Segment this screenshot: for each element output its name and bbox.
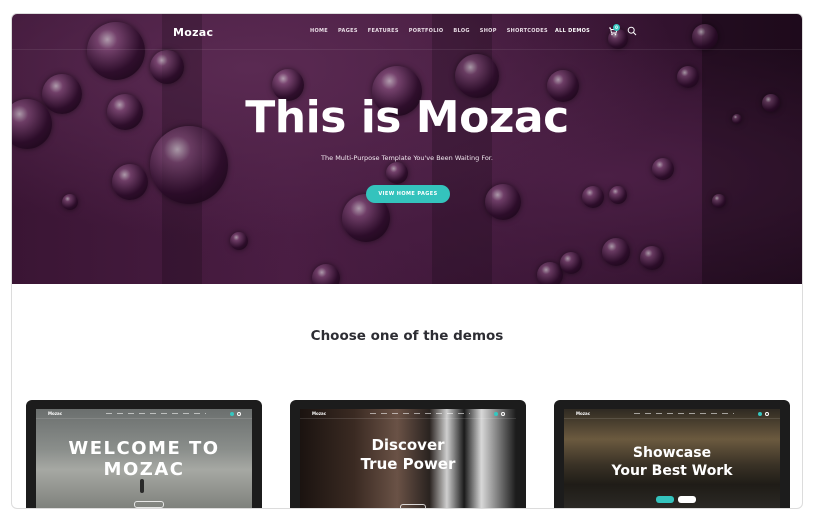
demo-heading-line1: WELCOME TO bbox=[68, 438, 220, 459]
demo-preview: Mozac Showcase Your Best Work bbox=[564, 409, 780, 508]
section-title: Choose one of the demos bbox=[310, 328, 504, 344]
bubble-decoration bbox=[677, 66, 699, 88]
menu-item-features[interactable]: FEATURES bbox=[368, 28, 399, 34]
demo-logo: Mozac bbox=[48, 411, 63, 416]
search-icon bbox=[237, 412, 241, 416]
bubble-decoration bbox=[485, 184, 521, 220]
demo-heading-line2: True Power bbox=[360, 455, 456, 473]
bubble-decoration bbox=[712, 194, 726, 208]
hero-shade bbox=[702, 14, 802, 284]
demo-menu bbox=[370, 413, 470, 414]
search-icon[interactable] bbox=[627, 26, 637, 36]
hero-banner: Mozac HOME PAGES FEATURES PORTFOLIO BLOG… bbox=[12, 14, 802, 284]
demo-heading-line2: MOZAC bbox=[103, 459, 185, 480]
menu-item-blog[interactable]: BLOG bbox=[453, 28, 469, 34]
bubble-decoration bbox=[560, 252, 582, 274]
demo-heading-line1: Showcase bbox=[632, 445, 712, 461]
demo-preview: Mozac Discover True Power bbox=[300, 409, 516, 508]
demo-card[interactable]: Mozac Showcase Your Best Work bbox=[554, 400, 790, 508]
search-icon bbox=[501, 412, 505, 416]
cart-icon bbox=[230, 412, 234, 416]
bubble-decoration bbox=[312, 264, 340, 284]
demo-button-secondary bbox=[678, 496, 696, 503]
menu-item-shortcodes[interactable]: SHORTCODES bbox=[507, 28, 548, 34]
demo-nav: Mozac bbox=[300, 409, 516, 419]
bubble-decoration bbox=[602, 238, 630, 266]
bubble-decoration bbox=[582, 186, 604, 208]
demo-heading-line2: Your Best Work bbox=[611, 463, 733, 479]
demo-logo: Mozac bbox=[576, 411, 591, 416]
top-navigation: Mozac HOME PAGES FEATURES PORTFOLIO BLOG… bbox=[12, 14, 802, 50]
search-icon bbox=[765, 412, 769, 416]
hero-title: This is Mozac bbox=[245, 92, 569, 143]
menu-item-home[interactable]: HOME bbox=[310, 28, 328, 34]
bubble-decoration bbox=[537, 262, 563, 284]
bubble-decoration bbox=[62, 194, 78, 210]
site-logo[interactable]: Mozac bbox=[173, 26, 213, 39]
page-frame: Mozac HOME PAGES FEATURES PORTFOLIO BLOG… bbox=[11, 13, 803, 509]
person-silhouette bbox=[140, 479, 144, 493]
demo-nav: Mozac bbox=[36, 409, 252, 419]
menu-item-portfolio[interactable]: PORTFOLIO bbox=[409, 28, 444, 34]
demo-nav: Mozac bbox=[564, 409, 780, 419]
menu-item-all-demos[interactable]: ALL DEMOS bbox=[555, 28, 590, 34]
demo-menu bbox=[634, 413, 734, 414]
demo-logo: Mozac bbox=[312, 411, 327, 416]
menu-item-pages[interactable]: PAGES bbox=[338, 28, 358, 34]
view-home-pages-button[interactable]: VIEW HOME PAGES bbox=[366, 185, 450, 203]
cart-icon bbox=[758, 412, 762, 416]
bubble-decoration bbox=[386, 162, 408, 184]
bubble-decoration bbox=[112, 164, 148, 200]
bubble-decoration bbox=[150, 50, 184, 84]
main-menu: HOME PAGES FEATURES PORTFOLIO BLOG SHOP … bbox=[310, 28, 558, 34]
bubble-decoration bbox=[230, 232, 248, 250]
demo-button-primary bbox=[656, 496, 674, 503]
demo-button bbox=[134, 501, 164, 508]
menu-item-shop[interactable]: SHOP bbox=[480, 28, 497, 34]
bubble-decoration bbox=[609, 186, 627, 204]
cart-count-badge: 0 bbox=[613, 24, 620, 31]
demo-preview: Mozac WELCOME TO MOZAC bbox=[36, 409, 252, 508]
demo-heading-line1: Discover bbox=[371, 436, 445, 454]
demo-card[interactable]: Mozac Discover True Power bbox=[290, 400, 526, 508]
demo-card[interactable]: Mozac WELCOME TO MOZAC bbox=[26, 400, 262, 508]
cart-icon bbox=[494, 412, 498, 416]
demo-button bbox=[400, 504, 426, 508]
bubble-decoration bbox=[640, 246, 664, 270]
demo-menu bbox=[106, 413, 206, 414]
hero-subtitle: The Multi-Purpose Template You've Been W… bbox=[321, 154, 493, 162]
